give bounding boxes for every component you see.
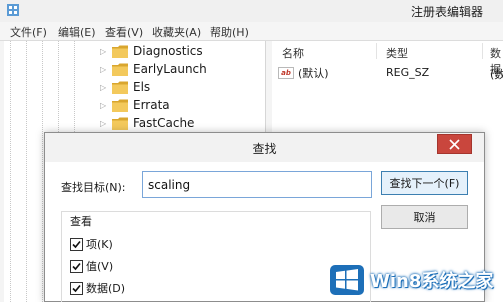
value-type: REG_SZ bbox=[386, 66, 430, 79]
column-separator[interactable] bbox=[376, 43, 377, 59]
tree-item-label: Diagnostics bbox=[133, 44, 203, 58]
tree-guide-line bbox=[26, 41, 27, 302]
tree-item-label: EarlyLaunch bbox=[133, 62, 207, 76]
dialog-title-bar[interactable]: 查找 bbox=[45, 133, 484, 162]
data-checkbox[interactable] bbox=[70, 281, 83, 295]
value-row[interactable]: ab (默认) bbox=[278, 65, 329, 81]
expand-arrow-icon[interactable]: ▷ bbox=[100, 47, 108, 56]
title-bar: 注册表编辑器 bbox=[0, 0, 503, 22]
string-value-icon: ab bbox=[278, 67, 294, 79]
checkmark-icon bbox=[72, 240, 81, 248]
column-header-name[interactable]: 名称 bbox=[282, 45, 304, 61]
find-next-button[interactable]: 查找下一个(F) bbox=[381, 171, 468, 195]
option-values[interactable]: 值(V) bbox=[70, 258, 113, 274]
value-name: (默认) bbox=[298, 67, 329, 80]
look-at-label: 查看 bbox=[68, 213, 94, 229]
tree-item-els[interactable]: ▷ Els bbox=[100, 78, 150, 96]
expand-arrow-icon[interactable]: ▷ bbox=[100, 65, 108, 74]
tree-guide-line bbox=[10, 41, 11, 302]
menu-favorites[interactable]: 收藏夹(A) bbox=[152, 24, 201, 40]
expand-arrow-icon[interactable]: ▷ bbox=[100, 101, 108, 110]
menu-help[interactable]: 帮助(H) bbox=[210, 24, 249, 40]
checkmark-icon bbox=[72, 262, 81, 270]
values-label: 值(V) bbox=[86, 260, 114, 273]
menu-bar: 文件(F) 编辑(E) 查看(V) 收藏夹(A) 帮助(H) bbox=[0, 22, 503, 41]
find-what-input[interactable] bbox=[142, 171, 372, 198]
tree-item-label: FastCache bbox=[133, 116, 195, 130]
watermark: Win8系统之家 bbox=[330, 262, 500, 298]
folder-icon bbox=[112, 45, 128, 58]
windows-logo-icon bbox=[330, 265, 364, 295]
tree-guide-line bbox=[42, 41, 43, 302]
find-what-label: 查找目标(N): bbox=[61, 181, 126, 194]
menu-view[interactable]: 查看(V) bbox=[105, 24, 143, 40]
close-button[interactable] bbox=[437, 134, 472, 154]
folder-icon bbox=[112, 99, 128, 112]
dialog-title: 查找 bbox=[252, 142, 277, 156]
tree-item-diagnostics[interactable]: ▷ Diagnostics bbox=[100, 42, 203, 60]
checkmark-icon bbox=[72, 284, 81, 292]
menu-file[interactable]: 文件(F) bbox=[10, 24, 47, 40]
tree-item-errata[interactable]: ▷ Errata bbox=[100, 96, 170, 114]
regedit-icon bbox=[7, 4, 19, 16]
expand-arrow-icon[interactable]: ▷ bbox=[100, 83, 108, 92]
look-at-group: 查看 项(K) 值(V) 数据(D) bbox=[61, 211, 371, 302]
column-header-type[interactable]: 类型 bbox=[386, 45, 408, 61]
cancel-button[interactable]: 取消 bbox=[381, 205, 468, 229]
folder-icon bbox=[112, 81, 128, 94]
keys-checkbox[interactable] bbox=[70, 237, 83, 251]
menu-edit[interactable]: 编辑(E) bbox=[58, 24, 96, 40]
watermark-text: Win8系统之家 bbox=[370, 271, 494, 292]
option-data[interactable]: 数据(D) bbox=[70, 280, 125, 296]
close-icon bbox=[449, 138, 460, 150]
value-data: (数 bbox=[490, 68, 503, 81]
option-keys[interactable]: 项(K) bbox=[70, 236, 113, 252]
expand-arrow-icon[interactable]: ▷ bbox=[100, 119, 108, 128]
values-checkbox[interactable] bbox=[70, 259, 83, 273]
tree-item-earlylaunch[interactable]: ▷ EarlyLaunch bbox=[100, 60, 207, 78]
keys-label: 项(K) bbox=[86, 238, 113, 251]
folder-icon bbox=[112, 117, 128, 130]
tree-item-label: Els bbox=[133, 80, 151, 94]
folder-icon bbox=[112, 63, 128, 76]
window-title: 注册表编辑器 bbox=[410, 5, 483, 19]
tree-item-label: Errata bbox=[133, 98, 170, 112]
data-label: 数据(D) bbox=[86, 282, 126, 295]
tree-item-fastcache[interactable]: ▷ FastCache bbox=[100, 114, 194, 132]
column-separator[interactable] bbox=[482, 43, 483, 59]
